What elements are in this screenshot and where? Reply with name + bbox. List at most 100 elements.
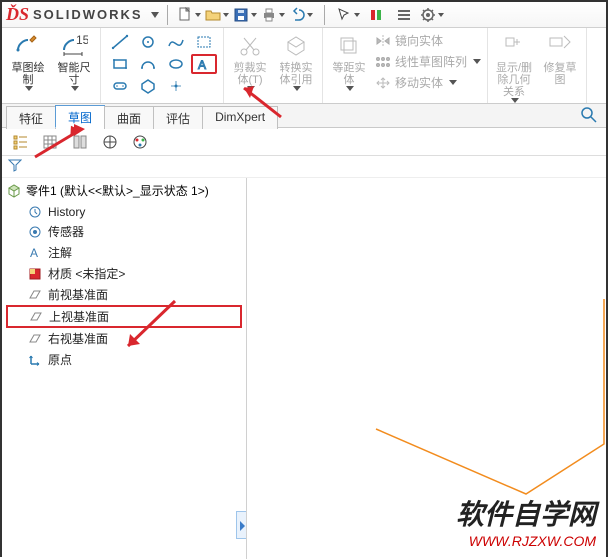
watermark-text: 软件自学网: [456, 493, 596, 533]
save-button[interactable]: [232, 4, 258, 26]
tab-evaluate[interactable]: 评估: [153, 106, 203, 129]
title-bar: ĎS SOLIDWORKS: [2, 2, 606, 28]
right-plane-label: 右视基准面: [48, 330, 108, 347]
convert-button: 转换实体引用: [276, 32, 316, 91]
separator: [324, 5, 325, 25]
open-file-button[interactable]: [204, 4, 230, 26]
line-button[interactable]: [107, 32, 133, 52]
tab-sketch[interactable]: 草图: [55, 105, 105, 128]
feature-tree-tab[interactable]: [6, 130, 34, 154]
tree-root[interactable]: 零件1 (默认<<默认>_显示状态 1>): [6, 182, 242, 199]
ribbon-group-trim: 剪裁实体(T) 转换实体引用: [224, 28, 323, 103]
new-file-button[interactable]: [176, 4, 202, 26]
smart-dimension-label: 智能尺寸: [54, 62, 94, 86]
tree-item-top-plane[interactable]: 上视基准面: [6, 305, 242, 328]
circle-button[interactable]: [135, 32, 161, 52]
slot-button[interactable]: [107, 76, 133, 96]
ribbon-group-sketch: 草图绘制 15 智能尺寸: [2, 28, 101, 103]
convert-label: 转换实体引用: [276, 62, 316, 86]
rectangle-button[interactable]: [107, 54, 133, 74]
tree-item-front-plane[interactable]: 前视基准面: [6, 284, 242, 305]
annotation-icon: A: [28, 246, 42, 260]
config-tab[interactable]: [66, 130, 94, 154]
property-tab[interactable]: [36, 130, 64, 154]
tree-item-origin[interactable]: 原点: [6, 349, 242, 370]
tree-item-history[interactable]: History: [6, 203, 242, 221]
chevron-down-icon: [346, 86, 354, 91]
plane-icon: [28, 332, 42, 346]
watermark-url: WWW.RJZXW.COM: [456, 533, 596, 549]
ribbon-group-entities: A: [101, 28, 224, 103]
command-manager-tabs: 特征 草图 曲面 评估 DimXpert: [2, 104, 606, 128]
rebuild-button[interactable]: [363, 4, 389, 26]
trim-button: 剪裁实体(T): [230, 32, 270, 91]
tree-item-material[interactable]: 材质 <未指定>: [6, 263, 242, 284]
arc-button[interactable]: [135, 54, 161, 74]
svg-text:A: A: [198, 58, 206, 72]
polygon-button[interactable]: [135, 76, 161, 96]
ellipse-button[interactable]: [163, 54, 189, 74]
tab-surface[interactable]: 曲面: [104, 106, 154, 129]
filter-bar: [2, 156, 606, 178]
app-brand: SOLIDWORKS: [33, 7, 143, 22]
text-button[interactable]: A: [191, 54, 217, 74]
logo-ds-icon: ĎS: [6, 4, 29, 25]
sketch-draw-label: 草图绘制: [8, 62, 48, 86]
tab-dimxpert[interactable]: DimXpert: [202, 106, 278, 129]
part-icon: [6, 183, 22, 199]
appearance-tab[interactable]: [126, 130, 154, 154]
app-logo[interactable]: ĎS SOLIDWORKS: [6, 4, 159, 25]
sensor-icon: [28, 225, 42, 239]
tree-item-right-plane[interactable]: 右视基准面: [6, 328, 242, 349]
sketch-geometry: [326, 299, 606, 499]
pattern-button: 线性草图阵列: [375, 53, 481, 70]
quick-access-toolbar: [176, 4, 445, 26]
move-button: 移动实体: [375, 74, 481, 91]
origin-icon: [28, 353, 42, 367]
tree-item-sensors[interactable]: 传感器: [6, 221, 242, 242]
sketch-draw-button[interactable]: 草图绘制: [8, 32, 48, 91]
select-button[interactable]: [335, 4, 361, 26]
material-label: 材质 <未指定>: [48, 265, 125, 282]
chevron-down-icon: [71, 86, 79, 91]
undo-button[interactable]: [288, 4, 314, 26]
svg-text:15: 15: [76, 33, 88, 47]
box-button[interactable]: [191, 32, 217, 52]
print-button[interactable]: [260, 4, 286, 26]
history-label: History: [48, 205, 85, 219]
tab-feature[interactable]: 特征: [6, 106, 56, 129]
show-hide-rel-label: 显示/删除几何关系: [494, 62, 534, 98]
options-button[interactable]: [391, 4, 417, 26]
ribbon: 草图绘制 15 智能尺寸 A: [2, 28, 606, 104]
origin-label: 原点: [48, 351, 72, 368]
panel-resize-handle[interactable]: [236, 511, 247, 539]
plane-icon: [28, 288, 42, 302]
smart-dimension-button[interactable]: 15 智能尺寸: [54, 32, 94, 91]
history-icon: [28, 205, 42, 219]
mirror-button: 镜向实体: [375, 32, 481, 49]
ribbon-group-relations: 显示/删除几何关系 修复草图: [488, 28, 587, 103]
annotations-label: 注解: [48, 244, 72, 261]
filter-icon[interactable]: [8, 158, 22, 172]
sensors-label: 传感器: [48, 223, 84, 240]
settings-button[interactable]: [419, 4, 445, 26]
point-button[interactable]: [163, 76, 189, 96]
repair-label: 修复草图: [540, 62, 580, 86]
separator: [167, 5, 168, 25]
search-button[interactable]: [580, 106, 598, 127]
svg-text:A: A: [30, 246, 38, 260]
dim-tab[interactable]: [96, 130, 124, 154]
watermark: 软件自学网 WWW.RJZXW.COM: [456, 493, 596, 549]
tree-item-annotations[interactable]: A 注解: [6, 242, 242, 263]
offset-button: 等距实体: [329, 32, 369, 101]
show-hide-rel-button: 显示/删除几何关系: [494, 32, 534, 103]
spline-button[interactable]: [163, 32, 189, 52]
ribbon-group-modify: 等距实体 镜向实体 线性草图阵列 移动实体: [323, 28, 488, 103]
feature-manager-tabs: [2, 128, 606, 156]
tree-root-label: 零件1 (默认<<默认>_显示状态 1>): [26, 182, 209, 199]
top-plane-label: 上视基准面: [49, 308, 109, 325]
material-icon: [28, 267, 42, 281]
repair-button: 修复草图: [540, 32, 580, 103]
offset-label: 等距实体: [329, 62, 369, 86]
trim-label: 剪裁实体(T): [230, 62, 270, 86]
